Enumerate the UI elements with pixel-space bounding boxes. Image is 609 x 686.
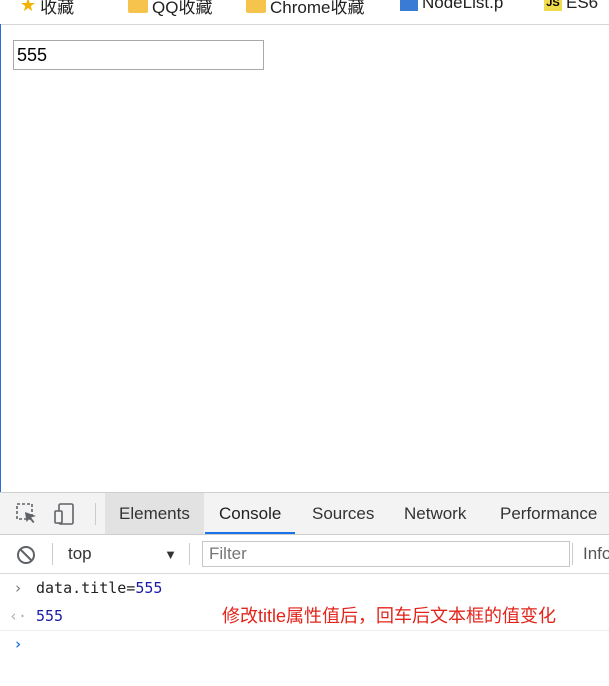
console-filter-input[interactable]	[202, 541, 570, 567]
input-chevron-icon: ›	[13, 579, 23, 597]
bookmark-label: ES6	[566, 0, 599, 12]
bookmark-item[interactable]: ★ 收藏	[20, 0, 74, 18]
levels-label: Info	[583, 544, 609, 563]
bookmark-item[interactable]: JS ES6	[544, 0, 598, 13]
title-text-input[interactable]	[13, 40, 264, 70]
annotation-note: 修改title属性值后，回车后文本框的值变化	[222, 606, 557, 626]
star-icon: ★	[20, 0, 37, 15]
tab-network[interactable]: Network	[390, 493, 480, 534]
tab-console[interactable]: Console	[205, 493, 296, 534]
command-text: data.title=	[36, 579, 136, 597]
toolbar-divider	[572, 543, 573, 565]
console-prompt-line[interactable]: ›	[0, 630, 609, 658]
tab-performance[interactable]: Performance	[486, 493, 609, 534]
result-arrow-icon: ‹·	[8, 607, 28, 625]
bookmark-label: QQ收藏	[152, 0, 213, 17]
toolbar-divider	[52, 543, 53, 565]
page-icon	[400, 0, 418, 11]
bookmark-label: NodeList.p	[422, 0, 504, 12]
bookmark-item[interactable]: Chrome收藏	[246, 0, 364, 18]
page-edge	[0, 24, 1, 492]
bookmark-label: 收藏	[40, 0, 75, 17]
folder-icon	[128, 0, 148, 13]
toolbar-divider	[189, 543, 190, 565]
device-toolbar-icon[interactable]	[52, 501, 78, 527]
console-result: 555	[36, 607, 64, 625]
bookmarks-bar: ★ 收藏 QQ收藏 Chrome收藏 NodeList.p JS ES6	[0, 0, 609, 25]
inspect-element-icon[interactable]	[14, 501, 40, 527]
context-label: top	[68, 544, 92, 563]
clear-console-icon[interactable]	[15, 544, 37, 566]
js-icon: JS	[544, 0, 562, 11]
tab-label: Sources	[312, 504, 375, 523]
selected-tab-indicator	[205, 532, 296, 534]
console-command-line: › data.title=555	[0, 574, 609, 602]
tab-label: Elements	[119, 504, 190, 523]
bookmark-item[interactable]: QQ收藏	[128, 0, 212, 18]
console-toolbar: top ▼ Info	[0, 535, 609, 574]
tab-elements[interactable]: Elements	[105, 493, 204, 534]
tab-label: Performance	[500, 504, 598, 523]
tab-sources[interactable]: Sources	[298, 493, 388, 534]
tab-label: Network	[404, 504, 467, 523]
prompt-chevron-icon: ›	[13, 635, 23, 653]
devtools-panel: Elements Console Sources Network Perform…	[0, 492, 609, 686]
console-command: data.title=555	[36, 579, 162, 597]
command-value: 555	[135, 579, 163, 597]
dropdown-triangle-icon: ▼	[164, 546, 177, 562]
context-selector[interactable]: top ▼	[60, 535, 185, 573]
devtools-tab-bar: Elements Console Sources Network Perform…	[0, 493, 609, 535]
console-messages: › data.title=555 ‹· 555 ›	[0, 574, 609, 686]
bookmark-item[interactable]: NodeList.p	[400, 0, 503, 13]
tab-label: Console	[219, 504, 282, 523]
folder-icon	[246, 0, 266, 13]
log-levels-dropdown[interactable]: Info	[583, 535, 609, 573]
bookmark-label: Chrome收藏	[270, 0, 365, 17]
toolbar-divider	[95, 503, 96, 525]
